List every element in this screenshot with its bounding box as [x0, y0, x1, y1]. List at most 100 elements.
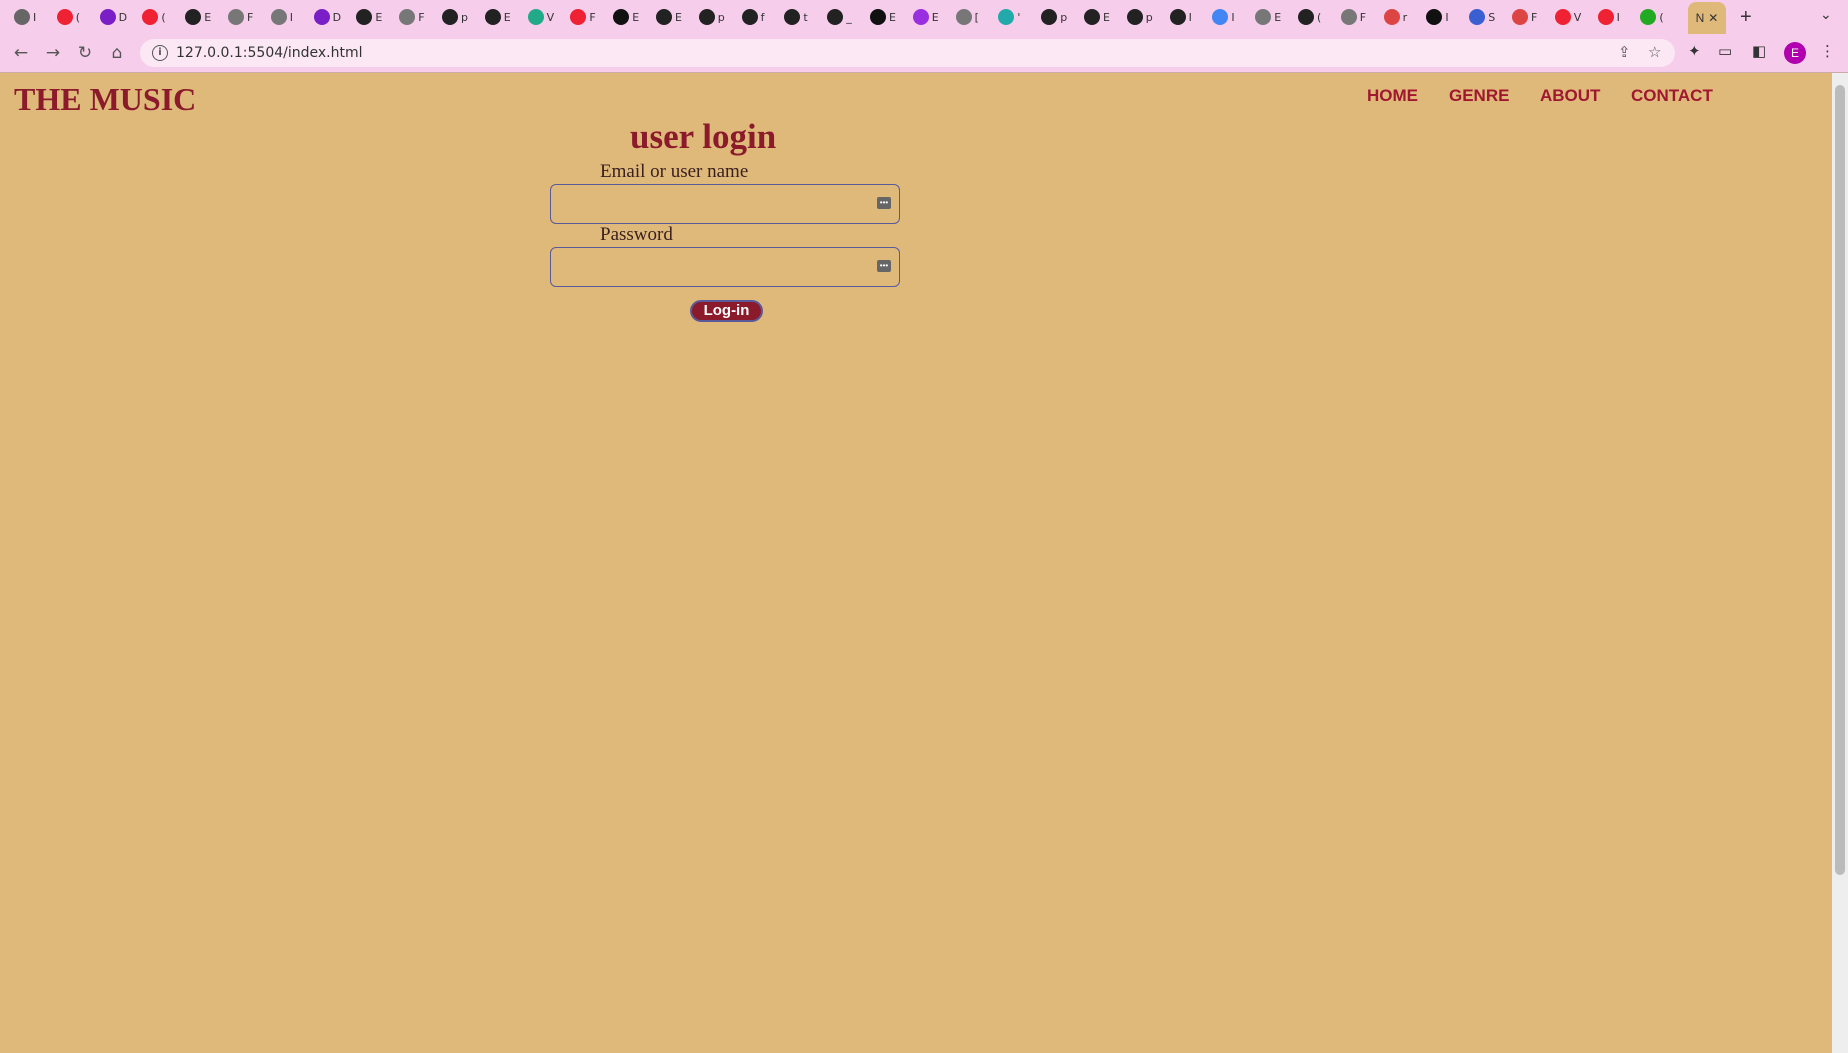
- browser-tab[interactable]: E: [356, 6, 392, 28]
- browser-tab-title: I: [33, 10, 37, 24]
- browser-tab[interactable]: F: [570, 6, 606, 28]
- home-button[interactable]: ⌂: [106, 42, 128, 64]
- browser-tab-title: t: [803, 10, 808, 24]
- github-icon: [356, 9, 373, 25]
- browser-tab[interactable]: p: [698, 6, 735, 28]
- bookmark-star-icon[interactable]: ☆: [1648, 43, 1661, 61]
- list-icon: [99, 9, 116, 25]
- browser-tab[interactable]: E: [656, 6, 692, 28]
- profile-avatar[interactable]: E: [1784, 42, 1806, 64]
- forward-button[interactable]: →: [42, 42, 64, 64]
- browser-tab-title: V: [546, 10, 555, 24]
- back-button[interactable]: ←: [10, 42, 32, 64]
- address-bar[interactable]: i 127.0.0.1:5504/index.html ⇪ ☆: [140, 39, 1675, 67]
- opera-icon: [570, 9, 587, 25]
- browser-tab[interactable]: f: [741, 6, 778, 28]
- new-tab-button[interactable]: +: [1740, 6, 1752, 29]
- browser-tab[interactable]: E: [1255, 6, 1291, 28]
- browser-tab[interactable]: E: [484, 6, 521, 28]
- browser-tab[interactable]: D: [313, 6, 350, 28]
- globe-icon: [399, 9, 416, 25]
- browser-tab[interactable]: E: [613, 6, 649, 28]
- opera-icon: [1597, 9, 1614, 25]
- browser-tab[interactable]: E: [185, 6, 221, 28]
- browser-tab[interactable]: (: [56, 6, 93, 28]
- github-icon: [442, 9, 458, 25]
- browser-tab-title: V: [1573, 10, 1582, 24]
- browser-tab-title: I: [289, 10, 294, 24]
- browser-tab[interactable]: F: [228, 6, 264, 28]
- browser-tab[interactable]: p: [1126, 6, 1163, 28]
- browser-tab[interactable]: E: [912, 6, 949, 28]
- browser-tab[interactable]: _: [827, 6, 863, 28]
- browser-tab[interactable]: I: [1597, 6, 1634, 28]
- github-icon: [484, 9, 501, 25]
- browser-tab-title: I: [1445, 10, 1449, 24]
- browser-tab[interactable]: ': [998, 6, 1034, 28]
- browser-tab[interactable]: I: [14, 6, 50, 28]
- browser-tab[interactable]: p: [442, 6, 478, 28]
- site-info-icon[interactable]: i: [152, 45, 168, 61]
- browser-menu-icon[interactable]: ⋮: [1820, 42, 1835, 60]
- tab-search-button[interactable]: ⌄: [1820, 6, 1832, 23]
- browser-tab[interactable]: V: [527, 6, 564, 28]
- password-manager-icon[interactable]: •••: [877, 197, 891, 209]
- active-tab[interactable]: N ✕: [1688, 2, 1726, 34]
- browser-tab[interactable]: (: [1640, 6, 1676, 28]
- browser-tab[interactable]: I: [270, 6, 307, 28]
- browser-tab[interactable]: S: [1469, 6, 1505, 28]
- browser-tab[interactable]: (: [1298, 6, 1334, 28]
- browser-tab[interactable]: I: [1169, 6, 1206, 28]
- page-scrollbar[interactable]: [1832, 73, 1848, 1053]
- browser-tab-title: E: [1274, 10, 1282, 24]
- opera-icon: [56, 9, 73, 25]
- login-button[interactable]: Log-in: [690, 300, 763, 322]
- browser-tab[interactable]: p: [1041, 6, 1077, 28]
- browser-tab[interactable]: E: [870, 6, 906, 28]
- browser-tab[interactable]: I: [1426, 6, 1462, 28]
- gmail-icon: [1512, 9, 1528, 25]
- browser-tab-title: p: [461, 10, 468, 24]
- login-title: user login: [630, 117, 777, 156]
- browser-tab[interactable]: [: [955, 6, 992, 28]
- password-manager-icon[interactable]: •••: [877, 260, 891, 272]
- browser-tab[interactable]: E: [1084, 6, 1120, 28]
- browser-tab[interactable]: F: [1512, 6, 1548, 28]
- browser-tab[interactable]: t: [784, 6, 820, 28]
- nav-home[interactable]: HOME: [1367, 86, 1418, 106]
- share-icon[interactable]: ⇪: [1618, 43, 1631, 61]
- password-field[interactable]: •••: [550, 247, 900, 287]
- email-field[interactable]: •••: [550, 184, 900, 224]
- reload-button[interactable]: ↻: [74, 42, 96, 64]
- cast-icon[interactable]: ▭: [1718, 42, 1732, 60]
- browser-tab[interactable]: V: [1554, 6, 1591, 28]
- page-viewport: THE MUSIC HOME GENRE ABOUT CONTACT user …: [0, 73, 1832, 1053]
- side-panel-icon[interactable]: ◧: [1752, 42, 1766, 60]
- opera-icon: [1554, 9, 1571, 25]
- browser-tab-title: E: [889, 10, 896, 24]
- list-icon: [313, 9, 330, 25]
- browser-tab[interactable]: D: [99, 6, 136, 28]
- extensions-icon[interactable]: ✦: [1688, 42, 1701, 60]
- nav-genre[interactable]: GENRE: [1449, 86, 1509, 106]
- browser-tab-title: p: [1060, 10, 1068, 24]
- browser-tab-title: ': [1017, 10, 1021, 24]
- m-icon: [613, 9, 630, 25]
- browser-tab[interactable]: r: [1383, 6, 1420, 28]
- globe-icon: [270, 9, 287, 25]
- drive-icon: [1640, 9, 1657, 25]
- browser-tab-title: _: [846, 10, 852, 24]
- nav-about[interactable]: ABOUT: [1540, 86, 1600, 106]
- browser-tab[interactable]: F: [399, 6, 435, 28]
- browser-tab[interactable]: F: [1340, 6, 1377, 28]
- scrollbar-thumb[interactable]: [1835, 85, 1845, 875]
- close-tab-icon[interactable]: ✕: [1708, 11, 1718, 25]
- browser-tab-title: p: [717, 10, 725, 24]
- browser-tab-title: [: [974, 10, 979, 24]
- nav-contact[interactable]: CONTACT: [1631, 86, 1713, 106]
- site-brand[interactable]: THE MUSIC: [14, 81, 196, 118]
- browser-tab-title: F: [1531, 10, 1538, 24]
- browser-tab[interactable]: (: [142, 6, 178, 28]
- browser-tab[interactable]: I: [1212, 6, 1248, 28]
- browser-tab-title: E: [375, 10, 383, 24]
